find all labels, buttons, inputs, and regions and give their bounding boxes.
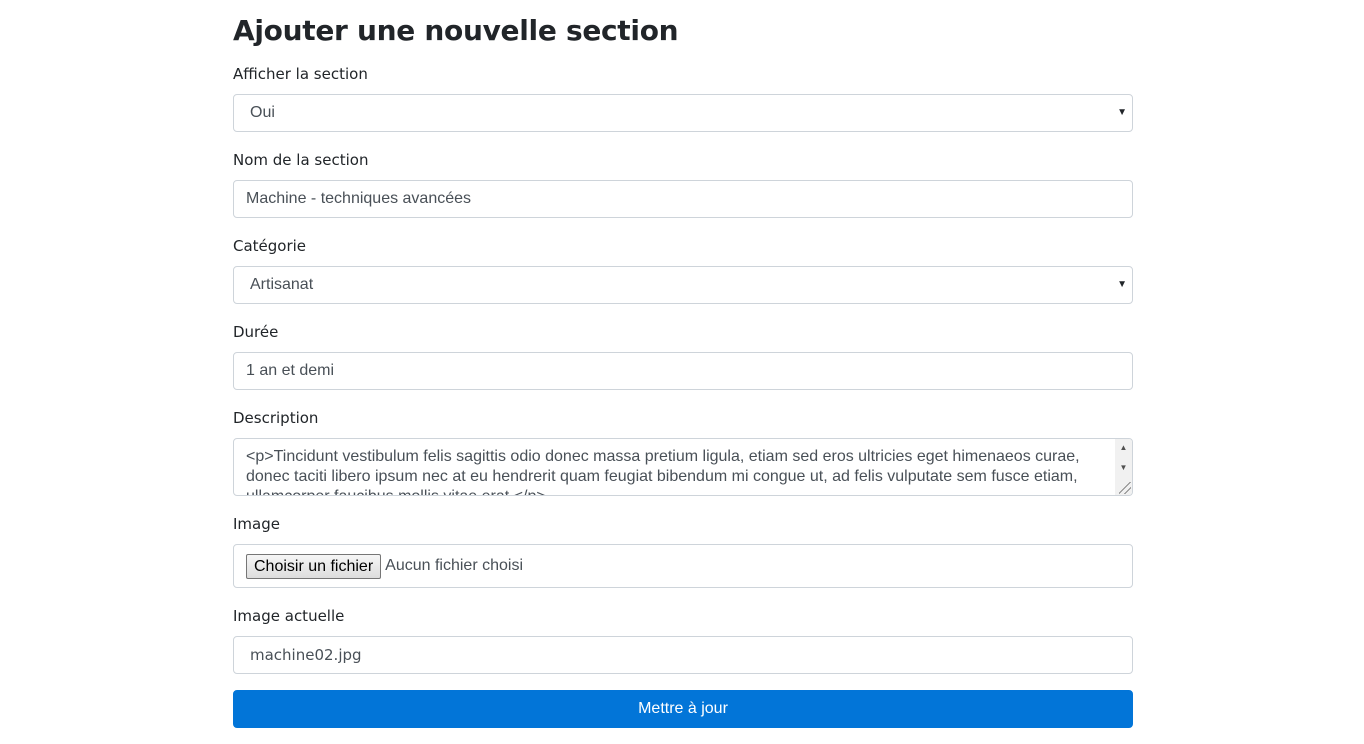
categorie-group: Catégorie Artisanat ▼ <box>233 236 1133 304</box>
nom-group: Nom de la section Machine - techniques a… <box>233 150 1133 218</box>
choose-file-button[interactable]: Choisir un fichier <box>246 553 382 579</box>
image-group: Image Choisir un fichier Aucun fichier c… <box>233 514 1133 588</box>
categorie-select[interactable]: Artisanat ▼ <box>233 266 1133 304</box>
page-title: Ajouter une nouvelle section <box>233 14 679 47</box>
update-button[interactable]: Mettre à jour <box>233 690 1133 728</box>
afficher-group: Afficher la section Oui ▼ <box>233 64 1133 132</box>
description-textarea[interactable]: <p>Tincidunt vestibulum felis sagittis o… <box>233 438 1133 496</box>
caret-down-icon: ▼ <box>1117 279 1127 290</box>
description-label: Description <box>233 409 319 427</box>
image-actuelle-label: Image actuelle <box>233 607 345 625</box>
description-text: <p>Tincidunt vestibulum felis sagittis o… <box>246 448 1080 495</box>
nom-label: Nom de la section <box>233 151 369 169</box>
afficher-label: Afficher la section <box>233 65 368 83</box>
image-label: Image <box>233 515 280 533</box>
scroll-up-arrow-icon[interactable]: ▲ <box>1115 441 1132 455</box>
afficher-select-value: Oui <box>250 104 275 121</box>
nom-input[interactable]: Machine - techniques avancées <box>233 180 1133 218</box>
description-group: Description <p>Tincidunt vestibulum feli… <box>233 408 1133 496</box>
duree-group: Durée 1 an et demi <box>233 322 1133 390</box>
afficher-select[interactable]: Oui ▼ <box>233 94 1133 132</box>
image-file-input: Choisir un fichier Aucun fichier choisi <box>233 544 1133 588</box>
categorie-select-value: Artisanat <box>250 276 314 293</box>
duree-input[interactable]: 1 an et demi <box>233 352 1133 390</box>
resize-grip-icon[interactable] <box>1119 482 1131 494</box>
duree-label: Durée <box>233 323 279 341</box>
image-actuelle-field: machine02.jpg <box>233 636 1133 674</box>
file-status-text: Aucun fichier choisi <box>385 557 523 574</box>
image-actuelle-group: Image actuelle machine02.jpg <box>233 606 1133 674</box>
caret-down-icon: ▼ <box>1117 107 1127 118</box>
categorie-label: Catégorie <box>233 237 307 255</box>
scroll-down-arrow-icon[interactable]: ▼ <box>1115 461 1132 475</box>
